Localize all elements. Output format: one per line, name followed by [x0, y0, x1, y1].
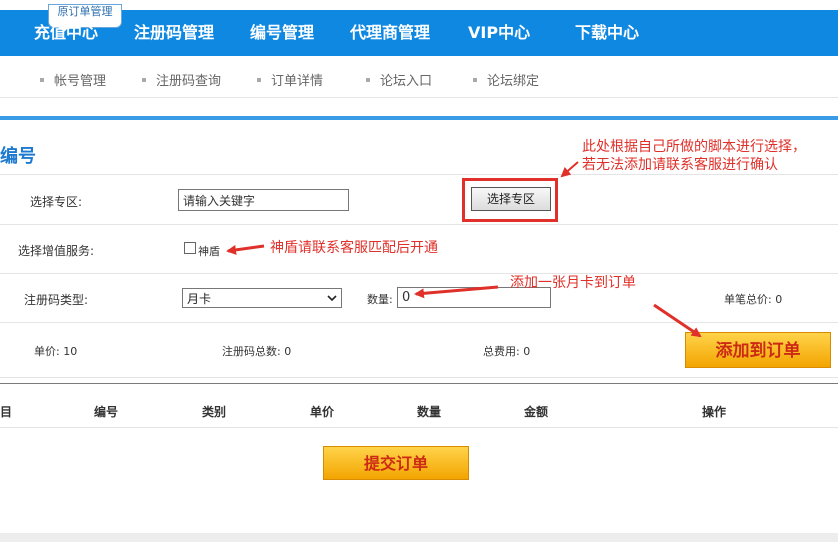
code-type-label: 注册码类型: [24, 293, 89, 307]
section-title: 编号 [0, 146, 36, 167]
addon-arrow [226, 244, 265, 255]
subnav-item-forum-bind[interactable]: 论坛绑定 [473, 70, 539, 89]
total-cost: 总费用: 0 [483, 343, 530, 359]
subnav-label: 论坛绑定 [487, 74, 540, 89]
nav-item-agents[interactable]: 代理商管理 [350, 10, 430, 56]
row-divider [0, 377, 838, 378]
col-header-item: 目 [0, 405, 13, 419]
top-strip [0, 0, 838, 10]
code-total: 注册码总数: 0 [222, 343, 291, 359]
subnav-label: 帐号管理 [54, 74, 107, 89]
col-header-quantity: 数量 [417, 405, 442, 419]
row-divider [0, 322, 838, 323]
nav-item-vip[interactable]: VIP中心 [468, 10, 530, 56]
unit-price-value: 10 [63, 345, 78, 358]
add-to-order-button[interactable]: 添加到订单 [685, 332, 831, 368]
sub-nav: 帐号管理 注册码查询 订单详情 论坛入口 论坛绑定 [0, 56, 838, 98]
subnav-item-forum[interactable]: 论坛入口 [366, 70, 432, 89]
single-total-label-text: 单笔总价: [724, 293, 772, 306]
code-type-value: 月卡 [187, 292, 212, 306]
zone-search-input[interactable] [178, 189, 349, 211]
bullet-icon [473, 77, 477, 82]
single-total-label: 单笔总价: 0 [724, 291, 782, 307]
nav-item-recharge[interactable]: 充值中心 [34, 10, 98, 56]
nav-item-downloads[interactable]: 下载中心 [575, 10, 639, 56]
subnav-item-account[interactable]: 帐号管理 [40, 70, 106, 89]
subnav-label: 论坛入口 [380, 74, 433, 89]
shield-addon-label: 神盾 [198, 245, 220, 258]
col-header-type: 类别 [202, 405, 227, 419]
code-total-label: 注册码总数: [222, 345, 281, 358]
table-header-divider [0, 427, 838, 428]
row-divider [0, 224, 838, 225]
row-divider [0, 273, 838, 274]
subnav-label: 订单详情 [271, 74, 324, 89]
quantity-annotation: 添加一张月卡到订单 [510, 275, 636, 291]
col-header-number: 编号 [94, 405, 119, 419]
subnav-item-code-query[interactable]: 注册码查询 [142, 70, 221, 89]
page: 原订单管理 充值中心 注册码管理 编号管理 代理商管理 VIP中心 下载中心 帐… [0, 0, 838, 542]
submit-order-button[interactable]: 提交订单 [323, 446, 469, 480]
code-total-value: 0 [284, 345, 292, 358]
single-total-value: 0 [775, 293, 783, 306]
nav-item-numbers[interactable]: 编号管理 [250, 10, 314, 56]
total-cost-label: 总费用: [483, 345, 520, 358]
code-type-select[interactable]: 月卡 [182, 288, 342, 308]
quantity-label: 数量: [367, 293, 393, 306]
col-header-actions: 操作 [702, 405, 727, 419]
select-zone-button[interactable]: 选择专区 [471, 187, 551, 211]
bullet-icon [366, 77, 370, 82]
section-divider [0, 116, 838, 120]
subnav-item-order-details[interactable]: 订单详情 [257, 70, 323, 89]
unit-price: 单价: 10 [34, 343, 77, 359]
footer-bar [0, 533, 838, 542]
bullet-icon [142, 77, 146, 82]
row-divider [0, 174, 838, 175]
addon-label: 选择增值服务: [18, 244, 95, 258]
addon-annotation: 神盾请联系客服匹配后开通 [270, 240, 438, 256]
chevron-down-icon [327, 295, 337, 302]
subnav-label: 注册码查询 [156, 74, 222, 89]
table-top-rule [0, 383, 838, 384]
main-nav: 原订单管理 充值中心 注册码管理 编号管理 代理商管理 VIP中心 下载中心 [0, 4, 838, 56]
col-header-amount: 金额 [524, 405, 549, 419]
unit-price-label: 单价: [34, 345, 60, 358]
shield-addon-checkbox[interactable] [184, 242, 196, 254]
nav-item-reg-codes[interactable]: 注册码管理 [134, 10, 214, 56]
bullet-icon [257, 77, 261, 82]
zone-label: 选择专区: [30, 195, 83, 209]
bullet-icon [40, 77, 44, 82]
zone-annotation: 此处根据自己所做的脚本进行选择，若无法添加请联系客服进行确认 [582, 139, 806, 173]
col-header-unit-price: 单价 [310, 405, 335, 419]
total-cost-value: 0 [523, 345, 531, 358]
